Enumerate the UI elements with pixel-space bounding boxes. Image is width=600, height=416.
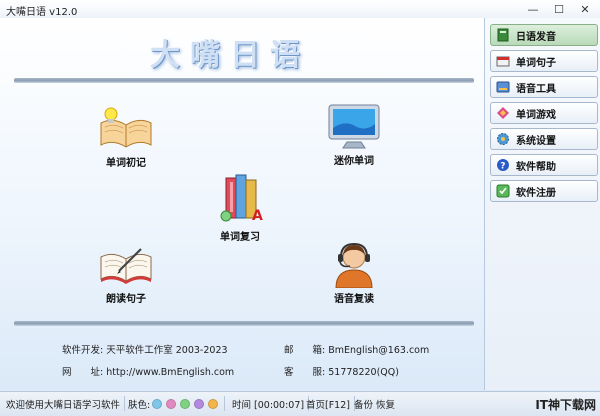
main-panel: 大嘴日语 单词初记 迷你单词 A 单词复习 朗读句子 语音复读 软件开发: 天平… [0,18,485,390]
skin-color-swatch[interactable] [194,398,205,409]
sidebar-item-word-sentence[interactable]: 单词句子 [490,50,598,72]
sidebar-item-label: 软件注册 [516,187,556,199]
feature-voice-repeat[interactable]: 语音复读 [324,240,384,305]
sidebar-item-label: 单词游戏 [516,109,556,121]
sidebar-item-help[interactable]: ? 软件帮助 [490,154,598,176]
window-controls: — ☐ ✕ [520,0,598,18]
pronunciation-book-icon [495,27,511,43]
email-value[interactable]: BmEnglish@163.com [328,345,429,356]
sidebar-item-voice-tool[interactable]: 语音工具 [490,76,598,98]
top-divider [14,78,474,83]
skin-selector: 肤色: [128,396,226,411]
help-icon: ? [495,157,511,173]
maximize-button[interactable]: ☐ [546,0,572,18]
svg-text:A: A [252,208,263,224]
feature-label: 单词初记 [106,158,146,169]
sidebar-item-settings[interactable]: 系统设置 [490,128,598,150]
close-button[interactable]: ✕ [572,0,598,18]
home-button[interactable]: 首页[F12] [306,396,355,411]
bottom-divider [14,321,474,326]
status-welcome: 欢迎使用大嘴日语学习软件 [6,396,126,411]
sidebar-item-label: 日语发音 [516,31,556,43]
register-icon [495,183,511,199]
app-title: 大嘴日语 [150,38,310,73]
service-info: 客 服: 51778220(QQ) [284,364,399,378]
website-label: 网 址: [62,367,104,378]
books-stack-icon: A [210,170,270,226]
sidebar: 日语发音 单词句子 语音工具 单词游戏 系统设置 ? 软件帮助 软件注册 [485,18,600,390]
skin-color-swatch[interactable] [166,398,177,409]
sidebar-item-label: 系统设置 [516,135,556,147]
sidebar-item-pronunciation[interactable]: 日语发音 [490,24,598,46]
backup-button[interactable]: 备份 [354,396,377,411]
feature-word-review[interactable]: A 单词复习 [210,170,270,243]
window-title: 大嘴日语 v12.0 [6,7,78,18]
email-info: 邮 箱: BmEnglish@163.com [284,342,429,356]
skin-color-swatch[interactable] [180,398,191,409]
feature-label: 朗读句子 [106,294,146,305]
svg-text:?: ? [500,162,505,172]
status-time: 时间 [00:00:07] [232,396,310,411]
feature-word-first-memorize[interactable]: 单词初记 [96,104,156,169]
developer-label: 软件开发: [62,345,104,356]
feature-label: 语音复读 [334,294,374,305]
headset-person-icon [324,240,384,288]
settings-gear-icon [495,131,511,147]
restore-button[interactable]: 恢复 [376,396,399,411]
email-label: 邮 箱: [284,345,326,356]
voice-tool-icon [495,79,511,95]
open-book-bulb-icon [96,104,156,152]
feature-label: 迷你单词 [334,156,374,167]
title-bar: 大嘴日语 v12.0 — ☐ ✕ [0,0,600,19]
website-info: 网 址: http://www.BmEnglish.com [62,364,234,378]
minimize-button[interactable]: — [520,0,546,18]
service-value: 51778220(QQ) [328,367,399,378]
word-game-icon [495,105,511,121]
feature-read-sentence[interactable]: 朗读句子 [96,240,156,305]
feature-mini-word[interactable]: 迷你单词 [324,102,384,167]
monitor-icon [324,102,384,150]
open-book-pen-icon [96,240,156,288]
word-sentence-icon [495,53,511,69]
skin-color-swatch[interactable] [208,398,219,409]
service-label: 客 服: [284,367,326,378]
skin-label: 肤色: [128,399,151,411]
sidebar-item-word-game[interactable]: 单词游戏 [490,102,598,124]
watermark: IT神下载网 [535,398,596,412]
skin-color-swatch[interactable] [152,398,163,409]
sidebar-item-label: 软件帮助 [516,161,556,173]
website-link[interactable]: http://www.BmEnglish.com [106,367,234,378]
sidebar-item-label: 语音工具 [516,83,556,95]
developer-value: 天平软件工作室 2003-2023 [106,345,228,356]
sidebar-item-label: 单词句子 [516,57,556,69]
status-bar: 欢迎使用大嘴日语学习软件 肤色: 时间 [00:00:07] 首页[F12] 备… [0,391,600,416]
sidebar-item-register[interactable]: 软件注册 [490,180,598,202]
feature-label: 单词复习 [220,232,260,243]
developer-info: 软件开发: 天平软件工作室 2003-2023 [62,342,228,356]
